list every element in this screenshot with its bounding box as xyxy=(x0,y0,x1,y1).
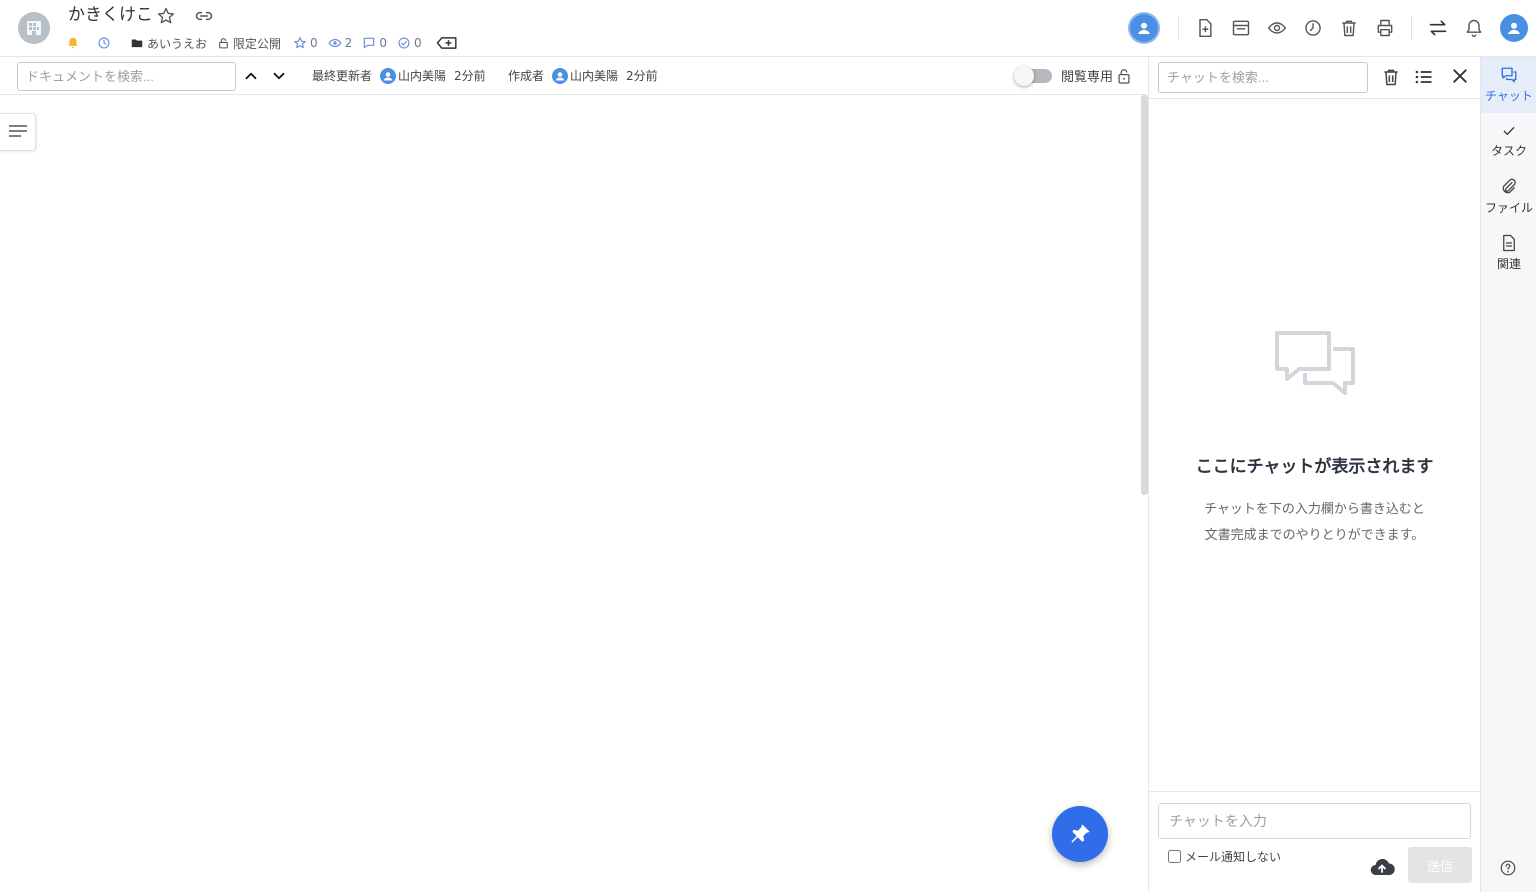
pin-button[interactable] xyxy=(1052,806,1108,862)
star-icon xyxy=(294,37,306,49)
link-icon[interactable] xyxy=(193,6,215,26)
printer-icon xyxy=(1377,19,1393,37)
rail-item-task[interactable]: タスク xyxy=(1481,113,1536,169)
chat-empty-description: チャットを下の入力欄から書き込むと 文書完成までのやりとりができます。 xyxy=(1204,502,1425,543)
check-icon xyxy=(1503,127,1515,135)
trash-icon[interactable] xyxy=(1381,67,1401,87)
creator-time: 2分前 xyxy=(626,69,658,83)
outline-toggle-button[interactable] xyxy=(0,113,36,151)
template-button[interactable] xyxy=(1223,10,1259,46)
side-rail: チャット タスク ファイル 関連 xyxy=(1480,57,1536,892)
switch-button[interactable] xyxy=(1420,10,1456,46)
preview-button[interactable] xyxy=(1259,10,1295,46)
user-avatar xyxy=(1130,14,1158,42)
last-updater: 最終更新者 山内美陽 2分前 xyxy=(312,67,486,84)
chat-input[interactable] xyxy=(1158,803,1471,839)
divider xyxy=(1178,16,1179,40)
bell-icon xyxy=(1466,19,1482,37)
divider xyxy=(1149,98,1480,99)
check-count[interactable]: 0 xyxy=(397,36,422,50)
divider xyxy=(1411,16,1412,40)
tag-add-icon[interactable] xyxy=(436,36,461,50)
print-button[interactable] xyxy=(1367,10,1403,46)
help-icon[interactable] xyxy=(1499,859,1517,877)
clock-icon xyxy=(1305,20,1321,36)
creator: 作成者 山内美陽 2分前 xyxy=(508,67,658,84)
window-icon xyxy=(1232,20,1250,36)
readonly-toggle[interactable] xyxy=(1014,65,1052,86)
document-title[interactable]: かきくけこ xyxy=(68,4,153,26)
rail-item-chat[interactable]: チャット xyxy=(1481,57,1536,113)
chevron-up-icon[interactable] xyxy=(242,67,260,85)
readonly-toggle-group: 閲覧専用 xyxy=(1014,65,1131,86)
bell-icon[interactable] xyxy=(66,36,83,50)
menu-lines-icon xyxy=(8,125,27,137)
rail-item-related[interactable]: 関連 xyxy=(1481,225,1536,281)
user-avatar xyxy=(380,67,397,84)
star-count[interactable]: 0 xyxy=(293,36,318,50)
trash-icon xyxy=(1342,20,1356,37)
chevron-down-icon[interactable] xyxy=(270,67,288,85)
divider xyxy=(1149,791,1480,792)
no-mail-checkbox[interactable] xyxy=(1168,850,1181,863)
editor-scrollbar[interactable] xyxy=(1141,95,1148,495)
chat-search-input[interactable] xyxy=(1158,62,1368,93)
folder-icon xyxy=(131,39,143,48)
creator-name[interactable]: 山内美陽 xyxy=(570,67,618,84)
folder-item[interactable]: あいうえお xyxy=(130,35,207,52)
header-tools xyxy=(1126,10,1536,46)
lock-icon xyxy=(1117,67,1131,85)
document-meta: あいうえお 限定公開 0 2 0 0 xyxy=(66,34,471,52)
document-header: かきくけこ あいうえお 限定公開 0 2 0 0 xyxy=(0,0,1536,57)
comment-icon xyxy=(364,37,375,49)
eye-icon xyxy=(1267,22,1287,34)
no-mail-label: メール通知しない xyxy=(1185,850,1282,864)
chat-bubbles-icon xyxy=(1273,329,1357,409)
cloud-upload-icon[interactable] xyxy=(1369,857,1395,877)
user-avatar xyxy=(1500,14,1528,42)
new-document-button[interactable] xyxy=(1187,10,1223,46)
updater-label: 最終更新者 xyxy=(312,69,373,83)
notification-button[interactable] xyxy=(1456,10,1492,46)
send-button[interactable]: 送信 xyxy=(1408,847,1472,883)
share-user-button[interactable] xyxy=(1126,10,1162,46)
lock-icon xyxy=(219,38,228,49)
creator-label: 作成者 xyxy=(508,69,545,83)
eye-icon xyxy=(328,38,342,48)
close-icon[interactable] xyxy=(1450,66,1470,86)
updater-name[interactable]: 山内美陽 xyxy=(398,67,446,84)
account-button[interactable] xyxy=(1496,10,1532,46)
document-toolbar: 最終更新者 山内美陽 2分前 作成者 山内美陽 2分前 閲覧専用 xyxy=(0,57,1148,95)
toggle-knob xyxy=(1014,65,1034,86)
folder-name: あいうえお xyxy=(147,36,208,51)
delete-button[interactable] xyxy=(1331,10,1367,46)
rail-item-file[interactable]: ファイル xyxy=(1481,169,1536,225)
visibility-item[interactable]: 限定公開 xyxy=(217,35,281,52)
chat-empty-title: ここにチャットが表示されます xyxy=(1195,457,1434,477)
visibility-label: 限定公開 xyxy=(233,36,282,51)
updater-time: 2分前 xyxy=(454,69,486,83)
list-filter-icon[interactable] xyxy=(1413,67,1435,87)
view-count[interactable]: 2 xyxy=(328,36,352,50)
pin-icon xyxy=(1071,824,1090,843)
workspace-icon[interactable] xyxy=(18,12,50,44)
paperclip-icon xyxy=(1502,178,1516,194)
check-circle-icon xyxy=(398,37,410,49)
star-icon[interactable] xyxy=(156,6,176,26)
history-button[interactable] xyxy=(1295,10,1331,46)
document-search-input[interactable] xyxy=(17,62,236,91)
clock-icon[interactable] xyxy=(97,36,114,50)
chat-panel: ここにチャットが表示されます チャットを下の入力欄から書き込むと 文書完成までの… xyxy=(1148,57,1480,892)
document-editor[interactable] xyxy=(0,95,1148,892)
no-mail-checkbox-group[interactable]: メール通知しない xyxy=(1168,848,1281,865)
readonly-label: 閲覧専用 xyxy=(1061,70,1114,85)
user-avatar xyxy=(552,67,569,84)
chat-icon xyxy=(1501,67,1517,83)
comment-count[interactable]: 0 xyxy=(362,36,387,50)
file-plus-icon xyxy=(1199,18,1212,38)
document-icon xyxy=(1503,234,1515,252)
swap-arrows-icon xyxy=(1429,20,1447,36)
